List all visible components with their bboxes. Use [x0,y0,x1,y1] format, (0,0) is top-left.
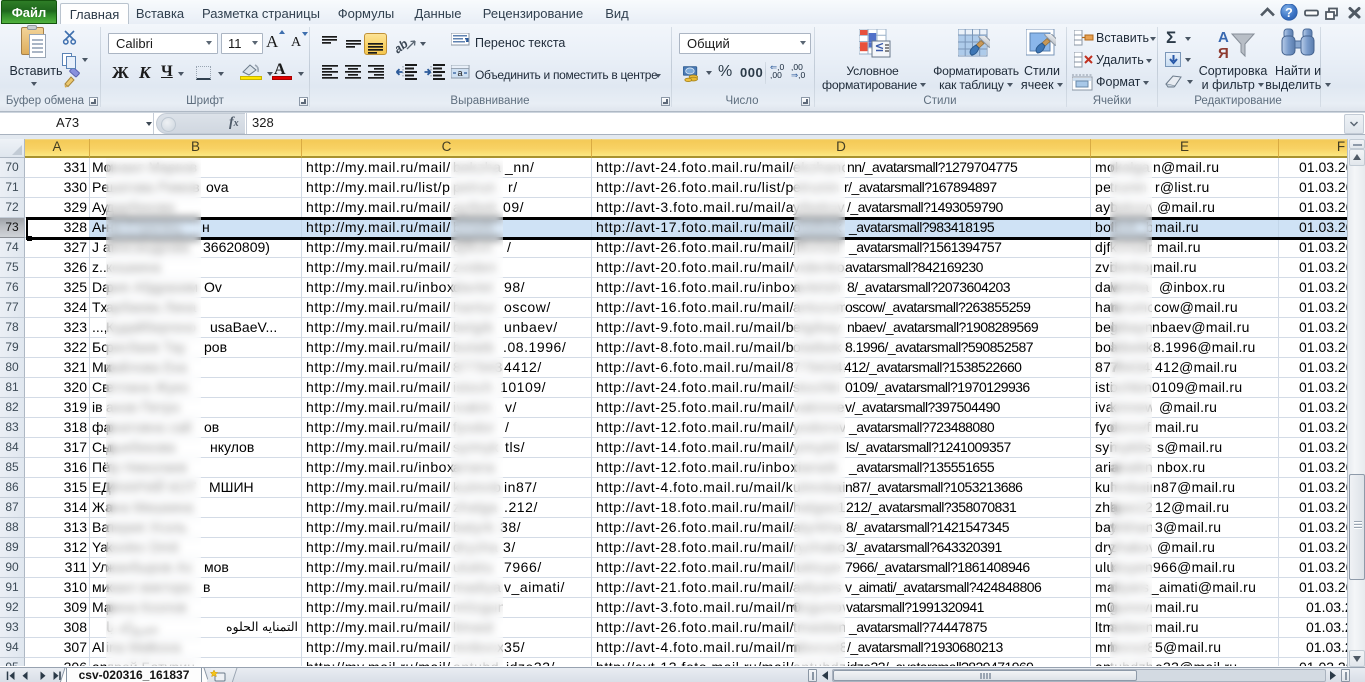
svg-text:А: А [1218,29,1229,46]
svg-text:Я: Я [1218,45,1229,62]
svg-text:?: ? [1285,6,1293,20]
svg-text:ab: ab [396,37,411,54]
svg-text:a: a [457,68,462,78]
